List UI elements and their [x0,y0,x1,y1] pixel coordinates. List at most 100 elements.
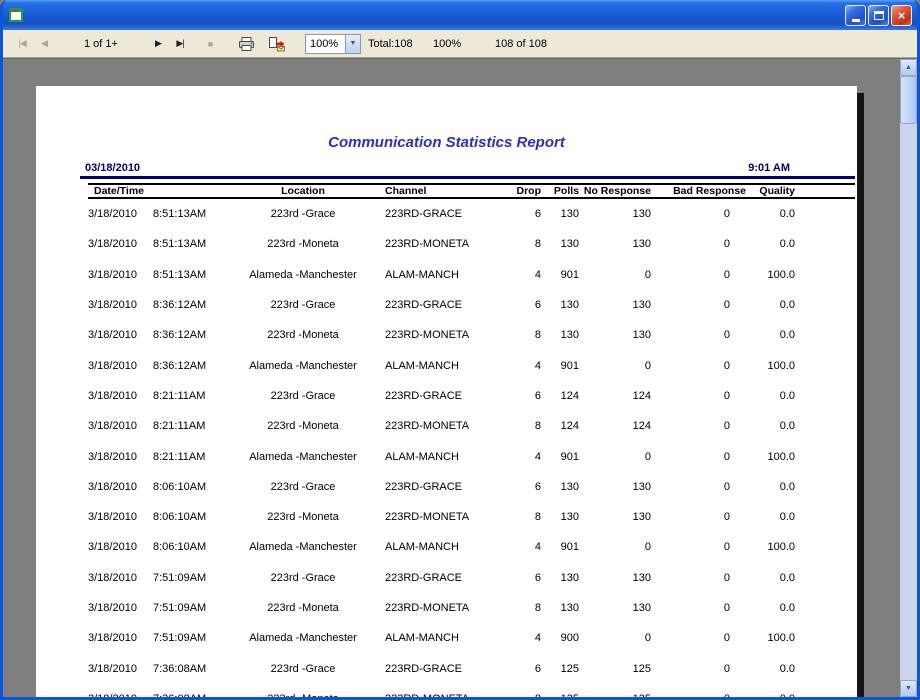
cell-channel: 223RD-MONETA [368,420,505,432]
cell-datetime: 3/18/2010 7:51:09AM [88,602,238,614]
cell-date: 3/18/2010 [88,632,153,644]
zoom-combobox[interactable]: 100% ▼ [305,34,361,54]
cell-datetime: 3/18/2010 7:51:09AM [88,572,238,584]
printer-icon [238,36,256,52]
col-quality: Quality [748,185,800,197]
titlebar[interactable]: × [3,0,917,30]
cell-drop: 6 [505,572,545,584]
cell-quality: 0.0 [748,299,800,311]
cell-polls: 901 [545,269,583,281]
print-button[interactable] [235,33,259,55]
cell-datetime: 3/18/2010 8:21:11AM [88,451,238,463]
col-channel: Channel [368,185,505,197]
cell-date: 3/18/2010 [88,390,153,402]
table-row: 3/18/2010 7:51:09AM Alameda -Manchester … [88,623,855,653]
export-button[interactable] [265,33,289,55]
first-page-button[interactable]: |◀ [11,33,33,55]
stop-button[interactable]: ■ [199,33,221,55]
cell-datetime: 3/18/2010 8:36:12AM [88,329,238,341]
cell-quality: 0.0 [748,390,800,402]
cell-date: 3/18/2010 [88,541,153,553]
cell-date: 3/18/2010 [88,693,153,697]
minimize-button[interactable] [845,5,866,26]
cell-date: 3/18/2010 [88,360,153,372]
table-row: 3/18/2010 8:06:10AM Alameda -Manchester … [88,532,855,562]
table-row: 3/18/2010 8:51:13AM Alameda -Manchester … [88,260,855,290]
cell-time: 8:06:10AM [153,511,206,523]
cell-location: 223rd -Grace [238,572,368,584]
cell-datetime: 3/18/2010 8:51:13AM [88,208,238,220]
cell-time: 8:51:13AM [153,269,206,281]
export-icon [268,36,286,52]
cell-no-response: 0 [583,451,655,463]
cell-quality: 0.0 [748,420,800,432]
col-location: Location [238,185,368,197]
cell-no-response: 130 [583,208,655,220]
total-label: Total:108 [368,38,413,50]
cell-bad-response: 0 [655,360,748,372]
window: × |◀ ◀ 1 of 1+ ▶ ▶| ■ [0,0,920,700]
scroll-up-icon: ▲ [905,64,912,71]
close-button[interactable]: × [891,5,912,26]
cell-location: 223rd -Grace [238,299,368,311]
app-icon [8,7,24,23]
cell-bad-response: 0 [655,208,748,220]
scrollbar-thumb[interactable] [900,76,917,124]
prev-page-button[interactable]: ◀ [33,33,55,55]
cell-datetime: 3/18/2010 8:21:11AM [88,420,238,432]
cell-location: 223rd -Moneta [238,693,368,697]
table-row: 3/18/2010 8:21:11AM Alameda -Manchester … [88,441,855,471]
cell-location: Alameda -Manchester [238,541,368,553]
table-row: 3/18/2010 7:51:09AM 223rd -Moneta 223RD-… [88,593,855,623]
cell-location: 223rd -Moneta [238,511,368,523]
table-row: 3/18/2010 7:36:08AM 223rd -Moneta 223RD-… [88,684,855,697]
vertical-scrollbar[interactable]: ▲ ▼ [900,59,917,697]
cell-channel: 223RD-GRACE [368,572,505,584]
cell-bad-response: 0 [655,390,748,402]
cell-bad-response: 0 [655,663,748,675]
cell-date: 3/18/2010 [88,481,153,493]
maximize-button[interactable] [868,5,889,26]
col-no-response: No Response [583,185,655,197]
cell-date: 3/18/2010 [88,511,153,523]
cell-quality: 0.0 [748,329,800,341]
last-page-button[interactable]: ▶| [169,33,191,55]
cell-no-response: 130 [583,511,655,523]
scroll-up-button[interactable]: ▲ [900,59,917,76]
next-page-button[interactable]: ▶ [147,33,169,55]
scroll-down-button[interactable]: ▼ [900,680,917,697]
cell-no-response: 125 [583,663,655,675]
cell-location: 223rd -Grace [238,208,368,220]
cell-location: Alameda -Manchester [238,269,368,281]
report-viewer: Communication Statistics Report 03/18/20… [3,58,917,697]
cell-polls: 130 [545,602,583,614]
zoom-dropdown-button[interactable]: ▼ [345,35,360,53]
cell-no-response: 124 [583,420,655,432]
cell-date: 3/18/2010 [88,329,153,341]
cell-datetime: 3/18/2010 8:06:10AM [88,511,238,523]
cell-no-response: 125 [583,693,655,697]
toolbar: |◀ ◀ 1 of 1+ ▶ ▶| ■ [3,30,917,58]
cell-bad-response: 0 [655,481,748,493]
table-row: 3/18/2010 8:51:13AM 223rd -Grace 223RD-G… [88,199,855,229]
cell-channel: 223RD-MONETA [368,693,505,697]
cell-drop: 8 [505,238,545,250]
cell-no-response: 130 [583,572,655,584]
cell-drop: 6 [505,390,545,402]
table-body: 3/18/2010 8:51:13AM 223rd -Grace 223RD-G… [88,199,855,697]
next-page-icon: ▶ [155,38,161,49]
cell-datetime: 3/18/2010 7:51:09AM [88,632,238,644]
cell-datetime: 3/18/2010 8:36:12AM [88,299,238,311]
cell-polls: 901 [545,541,583,553]
cell-time: 7:36:08AM [153,663,206,675]
cell-quality: 100.0 [748,541,800,553]
cell-time: 8:51:13AM [153,238,206,250]
cell-location: Alameda -Manchester [238,360,368,372]
cell-time: 7:51:09AM [153,572,206,584]
cell-polls: 124 [545,420,583,432]
cell-location: 223rd -Moneta [238,238,368,250]
cell-time: 7:51:09AM [153,632,206,644]
cell-drop: 6 [505,663,545,675]
cell-bad-response: 0 [655,541,748,553]
cell-no-response: 0 [583,360,655,372]
